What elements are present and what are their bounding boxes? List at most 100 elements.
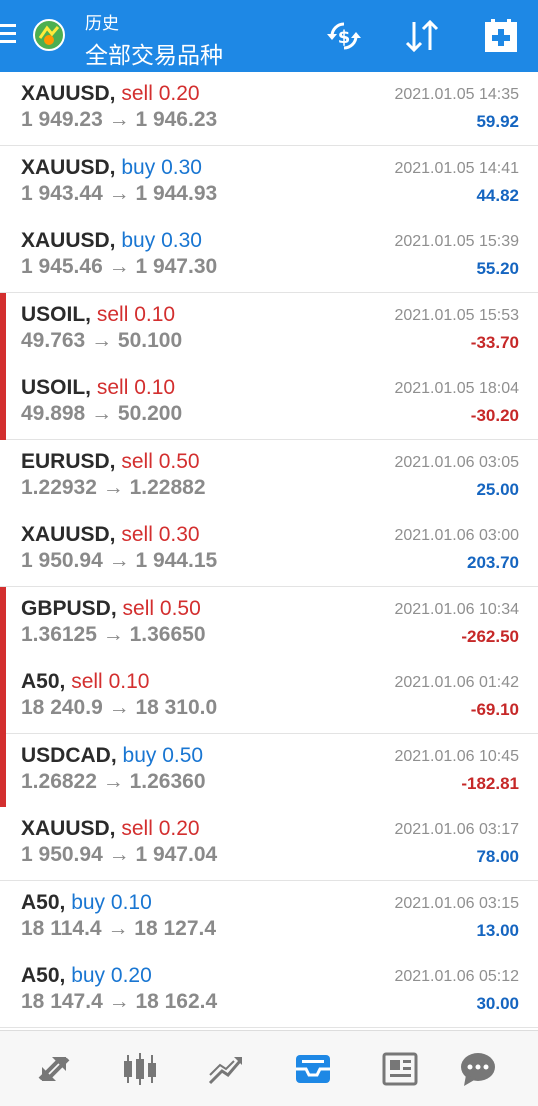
chat-icon[interactable] — [458, 1049, 498, 1089]
trade-volume: 0.50 — [158, 449, 200, 473]
trade-symbol: XAUUSD, — [21, 229, 116, 252]
loss-marker — [0, 586, 6, 661]
page-title[interactable]: 全部交易品种 — [85, 36, 223, 70]
trade-row[interactable]: XAUUSD, buy 0.30 1 945.46 → 1 947.30 202… — [0, 219, 538, 293]
trade-symbol: A50, — [21, 964, 66, 987]
open-price: 49.763 — [21, 328, 86, 352]
open-price: 1 950.94 — [21, 549, 103, 572]
trade-row[interactable]: XAUUSD, buy 0.30 1 943.44 → 1 944.93 202… — [0, 145, 538, 220]
trade-time: 2021.01.05 14:35 — [394, 86, 519, 103]
open-price: 18 147.4 — [21, 990, 103, 1013]
loss-marker — [0, 660, 6, 734]
menu-icon[interactable] — [0, 24, 16, 46]
open-price: 18 240.9 — [21, 696, 103, 719]
trade-time: 2021.01.06 01:42 — [394, 674, 519, 691]
trade-volume: 0.20 — [158, 817, 200, 840]
trade-profit: 13.00 — [476, 920, 519, 940]
trade-row[interactable]: XAUUSD, sell 0.20 1 949.23 → 1 946.23 20… — [0, 72, 538, 146]
open-price: 1.26822 — [21, 769, 97, 793]
loss-marker — [0, 733, 6, 808]
trade-row[interactable]: A50, buy 0.20 18 147.4 → 18 162.4 2021.0… — [0, 954, 538, 1028]
trade-volume: 0.10 — [134, 302, 176, 326]
trade-prices: 49.763 → 50.100 — [21, 329, 182, 353]
trade-row[interactable]: A50, sell 0.10 18 240.9 → 18 310.0 2021.… — [0, 660, 538, 734]
close-price: 50.100 — [117, 328, 183, 352]
trade-prices: 1 950.94 → 1 947.04 — [21, 843, 217, 867]
trade-icon[interactable] — [206, 1049, 246, 1089]
chart-icon[interactable] — [120, 1049, 160, 1089]
trade-prices: 1 943.44 → 1 944.93 — [21, 182, 217, 206]
sort-icon[interactable] — [402, 18, 442, 54]
trade-row[interactable]: EURUSD, sell 0.50 1.22932 → 1.22882 2021… — [0, 439, 538, 514]
trade-side: sell — [121, 449, 153, 473]
trade-volume: 0.10 — [134, 376, 176, 399]
trade-prices: 1.36125 → 1.36650 — [21, 623, 206, 647]
bottom-nav — [0, 1030, 538, 1106]
trade-time: 2021.01.06 03:17 — [394, 821, 519, 838]
trade-row[interactable]: GBPUSD, sell 0.50 1.36125 → 1.36650 2021… — [0, 586, 538, 661]
header-subtitle: 历史 — [85, 14, 119, 33]
trade-symbol-line: XAUUSD, sell 0.30 — [21, 523, 200, 547]
add-deposit-icon[interactable] — [481, 18, 521, 54]
trade-side: sell — [71, 670, 103, 693]
trade-prices: 49.898 → 50.200 — [21, 402, 182, 426]
open-price: 1 950.94 — [21, 843, 103, 866]
trade-row[interactable]: USOIL, sell 0.10 49.898 → 50.200 2021.01… — [0, 366, 538, 440]
trade-profit: 44.82 — [476, 185, 519, 205]
trade-symbol: XAUUSD, — [21, 523, 116, 546]
trade-row[interactable]: USOIL, sell 0.10 49.763 → 50.100 2021.01… — [0, 292, 538, 367]
trade-symbol-line: XAUUSD, buy 0.30 — [21, 229, 202, 253]
trade-time: 2021.01.06 03:00 — [394, 527, 519, 544]
trade-prices: 1 945.46 → 1 947.30 — [21, 255, 217, 279]
trade-profit: 25.00 — [476, 479, 519, 499]
trade-symbol: XAUUSD, — [21, 82, 116, 105]
open-price: 1.22932 — [21, 475, 97, 499]
trade-volume: 0.30 — [158, 523, 200, 546]
trade-symbol: GBPUSD, — [21, 596, 117, 620]
quotes-icon[interactable] — [34, 1049, 74, 1089]
arrow-icon: → — [102, 622, 124, 646]
news-icon[interactable] — [380, 1049, 420, 1089]
open-price: 1 949.23 — [21, 108, 103, 131]
history-icon[interactable] — [293, 1049, 333, 1089]
trade-side: buy — [71, 890, 106, 914]
arrow-icon: → — [108, 108, 130, 131]
trade-symbol: USOIL, — [21, 376, 92, 399]
trade-prices: 1 950.94 → 1 944.15 — [21, 549, 217, 573]
app-logo-icon — [33, 19, 65, 51]
trade-profit: -182.81 — [461, 773, 519, 793]
trade-symbol-line: USDCAD, buy 0.50 — [21, 744, 203, 768]
close-price: 18 310.0 — [135, 696, 218, 719]
app-header: 历史 全部交易品种 $ — [0, 0, 538, 72]
loss-marker — [0, 366, 6, 440]
trade-prices: 18 114.4 → 18 127.4 — [21, 917, 216, 941]
loss-marker — [0, 292, 6, 367]
close-price: 18 162.4 — [135, 990, 218, 1013]
trade-time: 2021.01.06 05:12 — [394, 968, 519, 985]
arrow-icon: → — [91, 328, 113, 352]
trade-row[interactable]: A50, buy 0.10 18 114.4 → 18 127.4 2021.0… — [0, 880, 538, 955]
trade-time: 2021.01.05 15:53 — [394, 306, 519, 324]
close-price: 1.36650 — [129, 622, 206, 646]
trade-profit: 203.70 — [467, 553, 519, 572]
trade-row[interactable]: XAUUSD, sell 0.30 1 950.94 → 1 944.15 20… — [0, 513, 538, 587]
trade-row[interactable]: USDCAD, buy 0.50 1.26822 → 1.26360 2021.… — [0, 733, 538, 808]
trade-symbol-line: USOIL, sell 0.10 — [21, 376, 175, 400]
trade-row[interactable]: XAUUSD, sell 0.20 1 950.94 → 1 947.04 20… — [0, 807, 538, 881]
open-price: 1 945.46 — [21, 255, 103, 278]
trade-symbol: A50, — [21, 670, 66, 693]
arrow-icon: → — [91, 402, 113, 425]
arrow-icon: → — [102, 475, 124, 499]
open-price: 1.36125 — [21, 622, 97, 646]
arrow-icon: → — [108, 255, 130, 278]
currency-exchange-icon[interactable]: $ — [324, 18, 364, 54]
arrow-icon: → — [108, 549, 130, 572]
arrow-icon: → — [108, 843, 130, 866]
trade-side: sell — [96, 302, 129, 326]
trade-side: sell — [121, 817, 153, 840]
open-price: 1 943.44 — [21, 181, 103, 205]
trade-volume: 0.30 — [161, 229, 202, 252]
trade-side: buy — [71, 964, 106, 987]
trade-time: 2021.01.05 18:04 — [394, 380, 519, 397]
close-price: 1.26360 — [129, 769, 206, 793]
